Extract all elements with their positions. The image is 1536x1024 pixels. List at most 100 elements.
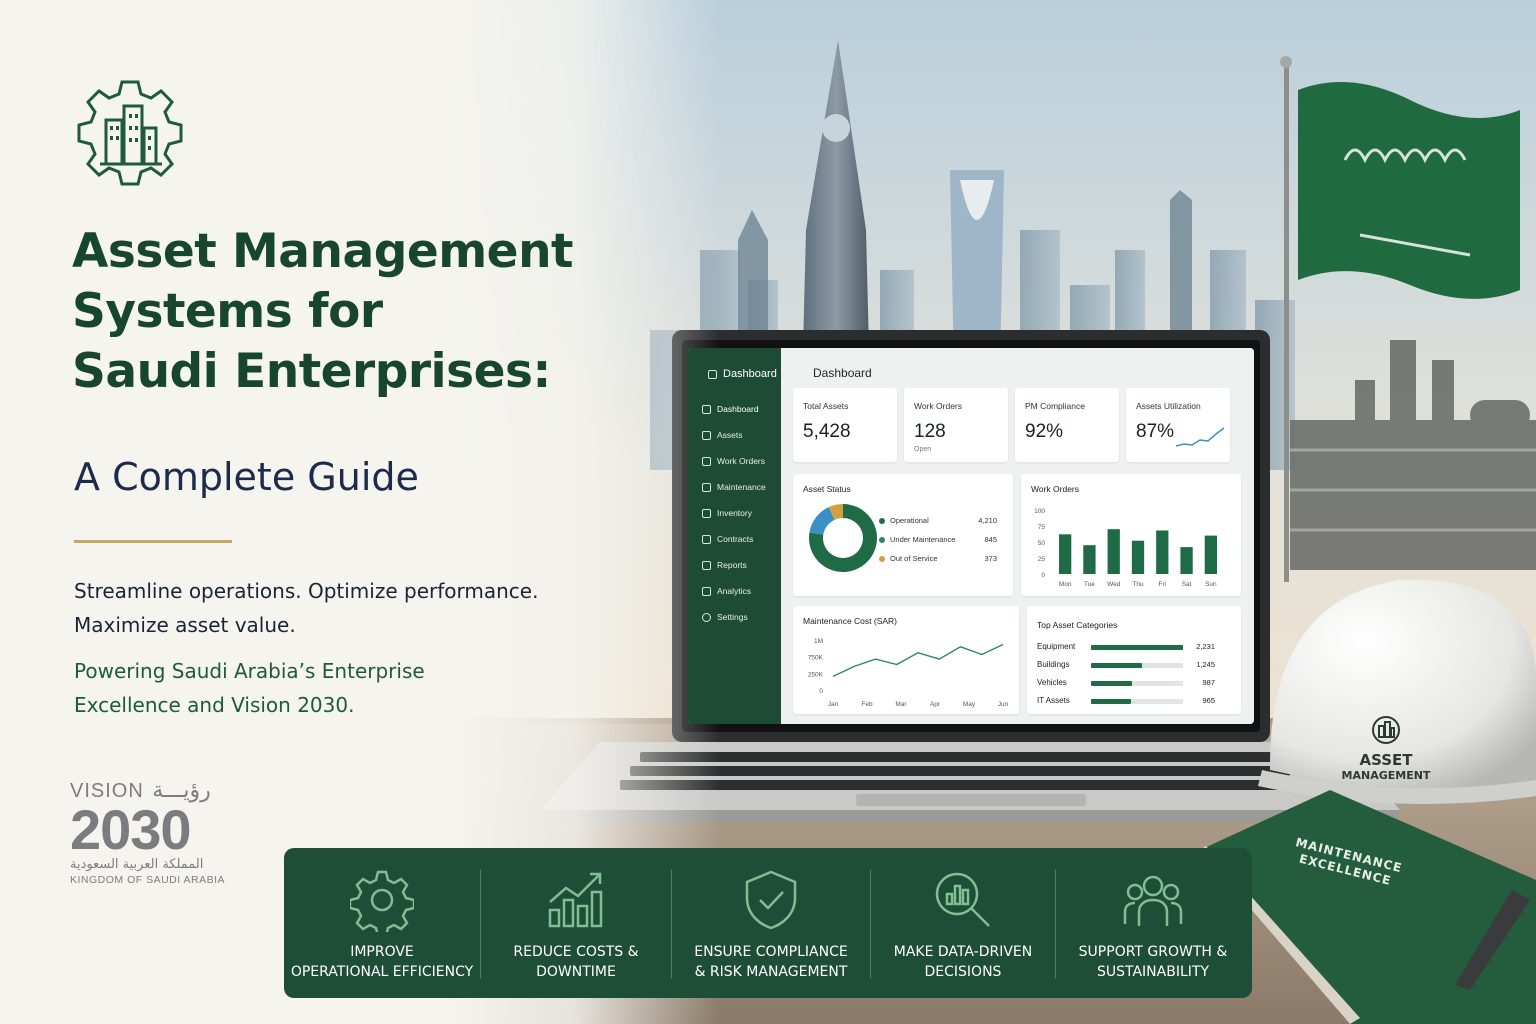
utilization-sparkline: [1175, 427, 1225, 447]
sidebar-brand[interactable]: Dashboard: [708, 368, 777, 380]
kpi-value: 87%: [1136, 421, 1175, 442]
bar: [1083, 545, 1096, 574]
title-line-3: Saudi Enterprises:: [72, 344, 551, 399]
work-orders-panel: Work Orders 100 75 50 25 0 Mon Tue Wed Thu Fri Sat…: [1021, 474, 1241, 596]
legend-dot: [879, 536, 885, 543]
sidebar-item-label: Contracts: [717, 534, 754, 544]
kpi-card-work-orders[interactable]: Work Orders 128 Open: [904, 388, 1008, 462]
category-bar: [1091, 681, 1132, 686]
x-tick-label: Jun: [998, 701, 1009, 708]
benefit-reduce-costs: REDUCE COSTS & DOWNTIME: [481, 848, 671, 998]
x-tick-label: May: [963, 701, 976, 708]
sidebar-item-settings[interactable]: Settings: [702, 612, 748, 622]
maintenance-cost-line-chart: 1M 750K 250K 0 Jan Feb Mar Apr May Jun: [808, 638, 1009, 708]
panel-title: Maintenance Cost (SAR): [803, 616, 898, 626]
sidebar-item-inventory[interactable]: Inventory: [702, 508, 752, 518]
benefit-line-1: SUPPORT GROWTH &: [1078, 944, 1228, 960]
kpi-value: 92%: [1025, 421, 1064, 442]
benefit-line-2: DOWNTIME: [536, 964, 616, 980]
wrench-icon: [702, 482, 711, 492]
report-icon: [702, 560, 711, 570]
x-tick-label: Sun: [1205, 581, 1217, 588]
vision-statement-line-2: Excellence and Vision 2030.: [74, 693, 355, 717]
x-tick-label: Sat: [1182, 581, 1192, 588]
category-value: 2,231: [1196, 642, 1215, 651]
sidebar-item-label: Work Orders: [717, 456, 766, 466]
home-icon: [702, 404, 711, 414]
x-tick-label: Mon: [1059, 581, 1072, 588]
x-tick-label: Jan: [828, 701, 839, 708]
title-line-2: Systems for: [72, 284, 383, 339]
gear-icon: [350, 870, 414, 932]
sidebar-item-dashboard[interactable]: Dashboard: [702, 404, 759, 414]
category-bar: [1091, 663, 1143, 668]
sidebar-item-assets[interactable]: Assets: [702, 430, 743, 440]
x-tick-label: Thu: [1132, 581, 1144, 588]
legend-value: 373: [984, 554, 997, 563]
bar: [1107, 529, 1120, 574]
bar: [1156, 530, 1169, 574]
page-title: Asset Management Systems for Saudi Enter…: [72, 222, 712, 402]
legend-item: Operational 4,210: [879, 516, 997, 525]
category-label: Vehicles: [1037, 678, 1067, 687]
vision-statement: Powering Saudi Arabia’s Enterprise Excel…: [74, 654, 425, 722]
title-line-1: Asset Management: [72, 224, 574, 279]
panel-title: Top Asset Categories: [1037, 620, 1118, 630]
chart-icon: [702, 586, 711, 596]
home-icon: [708, 369, 717, 379]
kpi-card-total-assets[interactable]: Total Assets 5,428: [793, 388, 897, 462]
y-tick-label: 0: [819, 688, 823, 695]
legend-value: 4,210: [978, 516, 997, 525]
sidebar-item-label: Inventory: [717, 508, 752, 518]
sidebar-item-analytics[interactable]: Analytics: [702, 586, 751, 596]
helmet-gear-icon: [1372, 716, 1400, 744]
category-row: Equipment 2,231: [1037, 642, 1215, 654]
asset-status-panel: Asset Status Operational 4,210 Under Mai…: [793, 474, 1013, 596]
kpi-sub: Open: [914, 446, 932, 453]
x-tick-label: Mar: [895, 701, 907, 708]
benefit-operational-efficiency: IMPROVE OPERATIONAL EFFICIENCY: [284, 848, 480, 998]
legend-label: Under Maintenance: [890, 535, 956, 544]
sidebar-item-label: Assets: [717, 430, 743, 440]
vision-statement-line-1: Powering Saudi Arabia’s Enterprise: [74, 659, 425, 683]
asset-status-donut: [809, 504, 877, 572]
legend-dot: [879, 517, 885, 524]
legend-label: Operational: [890, 516, 929, 525]
sidebar-item-label: Reports: [717, 560, 747, 570]
category-bar: [1091, 699, 1131, 704]
document-icon: [702, 534, 711, 544]
dashboard-main: Dashboard Total Assets 5,428 Work Orders…: [781, 348, 1254, 724]
shield-check-icon: [745, 870, 797, 930]
kpi-label: PM Compliance: [1025, 401, 1085, 411]
kpi-card-pm-compliance[interactable]: PM Compliance 92%: [1015, 388, 1119, 462]
archive-icon: [702, 508, 711, 518]
y-tick-label: 750K: [808, 655, 824, 662]
kpi-label: Work Orders: [914, 401, 963, 411]
category-label: Equipment: [1037, 642, 1076, 651]
vision-arabic-kingdom: المملكة العربية السعودية: [70, 857, 204, 872]
benefit-line-2: SUSTAINABILITY: [1096, 964, 1209, 980]
sidebar-item-reports[interactable]: Reports: [702, 560, 747, 570]
sidebar-item-maintenance[interactable]: Maintenance: [702, 482, 766, 492]
benefit-line-1: ENSURE COMPLIANCE: [694, 944, 848, 960]
maintenance-cost-panel: Maintenance Cost (SAR) 1M 750K 250K 0 Jan Feb…: [793, 606, 1019, 714]
benefit-label: IMPROVE OPERATIONAL EFFICIENCY: [291, 942, 473, 982]
legend-dot: [879, 555, 885, 562]
sidebar-item-work-orders[interactable]: Work Orders: [702, 456, 765, 466]
team-icon: [1123, 875, 1183, 926]
kpi-label: Assets Utilization: [1136, 401, 1201, 411]
benefit-line-2: DECISIONS: [924, 964, 1002, 980]
kpi-card-assets-utilization[interactable]: Assets Utilization 87%: [1126, 388, 1230, 462]
benefit-compliance: ENSURE COMPLIANCE & RISK MANAGEMENT: [672, 848, 870, 998]
benefits-bar: IMPROVE OPERATIONAL EFFICIENCY REDUCE CO…: [284, 848, 1252, 998]
clipboard-icon: [702, 456, 711, 466]
gear-icon: [702, 612, 711, 622]
sidebar-item-contracts[interactable]: Contracts: [702, 534, 753, 544]
category-row: Vehicles 987: [1037, 678, 1215, 690]
benefit-label: MAKE DATA-DRIVEN DECISIONS: [894, 942, 1032, 982]
gear-buildings-icon: [77, 80, 183, 186]
category-label: IT Assets: [1037, 696, 1070, 705]
dashboard-title: Dashboard: [813, 366, 872, 380]
y-tick-label: 0: [1041, 572, 1045, 579]
sidebar-item-label: Dashboard: [717, 404, 759, 414]
